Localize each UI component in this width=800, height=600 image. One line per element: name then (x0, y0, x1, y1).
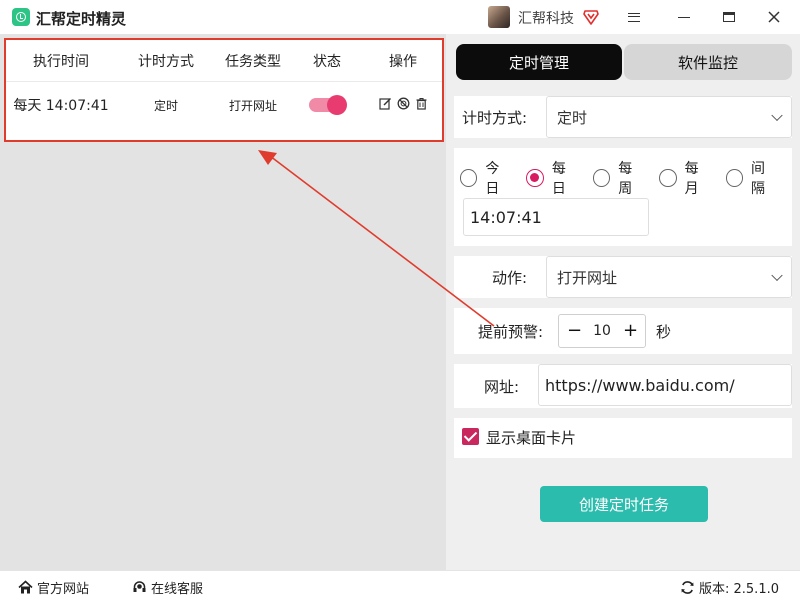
timing-mode-value: 定时 (557, 108, 588, 127)
task-type-cell: 打开网址 (228, 98, 277, 113)
app-logo-icon (12, 8, 30, 26)
version-label: 版本: 2.5.1.0 (699, 582, 779, 597)
url-row: 网址: https://www.baidu.com/ (454, 364, 792, 408)
radio-label: 每月 (684, 161, 699, 197)
close-icon (768, 11, 780, 23)
radio-daily[interactable]: 每日 (526, 158, 578, 198)
radio-label: 每周 (618, 161, 633, 197)
tab-schedule-management[interactable]: 定时管理 (456, 44, 622, 80)
minimize-icon (678, 16, 690, 18)
radio-weekly[interactable]: 每周 (592, 158, 645, 198)
hamburger-icon (628, 12, 640, 22)
frequency-radio-group: 今日 每日 每周 每月 间隔 (460, 158, 792, 198)
timing-mode-row: 计时方式: 定时 (454, 96, 792, 138)
radio-today[interactable]: 今日 (460, 158, 512, 198)
warning-unit: 秒 (656, 323, 672, 341)
warning-label: 提前预警: (478, 323, 544, 341)
radio-circle-icon (460, 169, 478, 187)
column-header: 执行时间 (33, 53, 89, 70)
toggle-knob (327, 95, 347, 115)
action-row: 动作: 打开网址 (454, 256, 792, 298)
user-name[interactable]: 汇帮科技 (518, 8, 574, 28)
official-website-label: 官方网站 (37, 582, 90, 597)
chevron-down-icon (771, 269, 783, 282)
timing-mode-cell: 定时 (153, 98, 178, 113)
app-title: 汇帮定时精灵 (36, 10, 127, 28)
radio-label: 间隔 (751, 161, 766, 197)
time-input[interactable]: 14:07:41 (463, 198, 649, 236)
show-desktop-card-label[interactable]: 显示桌面卡片 (486, 427, 576, 448)
home-icon (18, 580, 33, 594)
column-header: 操作 (389, 53, 417, 70)
exec-time-cell: 每天 14:07:41 (13, 98, 109, 114)
create-task-button[interactable]: 创建定时任务 (540, 486, 708, 522)
warning-stepper: − 10 + (558, 314, 646, 348)
radio-interval[interactable]: 间隔 (725, 158, 778, 198)
maximize-icon (723, 12, 735, 22)
minimize-button[interactable] (675, 8, 693, 26)
show-desktop-card-checkbox[interactable] (462, 428, 479, 445)
actions-cell (364, 97, 442, 114)
maximize-button[interactable] (720, 8, 738, 26)
edit-icon[interactable] (378, 97, 392, 110)
radio-monthly[interactable]: 每月 (659, 158, 711, 198)
increment-button[interactable]: + (623, 322, 638, 340)
radio-label: 每日 (551, 161, 566, 197)
status-bar: 官方网站 在线客服 版本: 2.5.1.0 (0, 570, 800, 600)
warning-value[interactable]: 10 (593, 323, 611, 339)
delete-icon[interactable] (415, 97, 428, 110)
official-website-link[interactable]: 官方网站 (18, 578, 89, 597)
schedule-panel: 定时管理 软件监控 计时方式: 定时 今日 每日 每周 每月 间隔 14:07:… (446, 34, 800, 570)
radio-circle-icon (592, 169, 611, 187)
show-card-row: 显示桌面卡片 (454, 418, 792, 458)
online-support-label: 在线客服 (151, 582, 204, 597)
url-label: 网址: (484, 378, 520, 396)
title-bar: 汇帮定时精灵 汇帮科技 (0, 0, 800, 34)
radio-circle-icon (526, 169, 544, 187)
status-toggle[interactable] (309, 95, 347, 115)
user-avatar[interactable] (488, 6, 510, 28)
column-header: 计时方式 (138, 53, 194, 70)
status-cell (290, 95, 364, 115)
decrement-button[interactable]: − (567, 322, 582, 340)
disable-icon[interactable] (397, 97, 410, 110)
menu-button[interactable] (625, 8, 643, 26)
action-select[interactable]: 打开网址 (546, 256, 792, 298)
radio-label: 今日 (485, 161, 500, 197)
task-table: 执行时间 计时方式 任务类型 状态 操作 每天 14:07:41 定时 打开网址 (4, 38, 444, 142)
chevron-down-icon (771, 109, 783, 122)
task-list-panel: 执行时间 计时方式 任务类型 状态 操作 每天 14:07:41 定时 打开网址 (0, 34, 446, 570)
timing-mode-label: 计时方式: (462, 109, 528, 127)
version-info[interactable]: 版本: 2.5.1.0 (680, 578, 779, 597)
column-header: 状态 (313, 53, 341, 70)
tab-software-monitor[interactable]: 软件监控 (624, 44, 792, 80)
warning-row: 提前预警: − 10 + 秒 (454, 308, 792, 354)
online-support-link[interactable]: 在线客服 (132, 578, 203, 597)
headset-icon (133, 581, 146, 592)
radio-circle-icon (659, 169, 677, 187)
action-value: 打开网址 (557, 268, 618, 287)
close-button[interactable] (765, 8, 783, 26)
vip-badge-icon[interactable] (582, 8, 600, 26)
column-header: 任务类型 (225, 53, 281, 70)
refresh-icon (681, 581, 694, 594)
action-label: 动作: (492, 269, 528, 287)
frequency-card: 今日 每日 每周 每月 间隔 14:07:41 (454, 148, 792, 246)
radio-circle-icon (725, 169, 744, 187)
url-input[interactable]: https://www.baidu.com/ (538, 364, 792, 406)
table-row[interactable]: 每天 14:07:41 定时 打开网址 (6, 83, 442, 127)
table-header: 执行时间 计时方式 任务类型 状态 操作 (6, 40, 442, 82)
timing-mode-select[interactable]: 定时 (546, 96, 792, 138)
